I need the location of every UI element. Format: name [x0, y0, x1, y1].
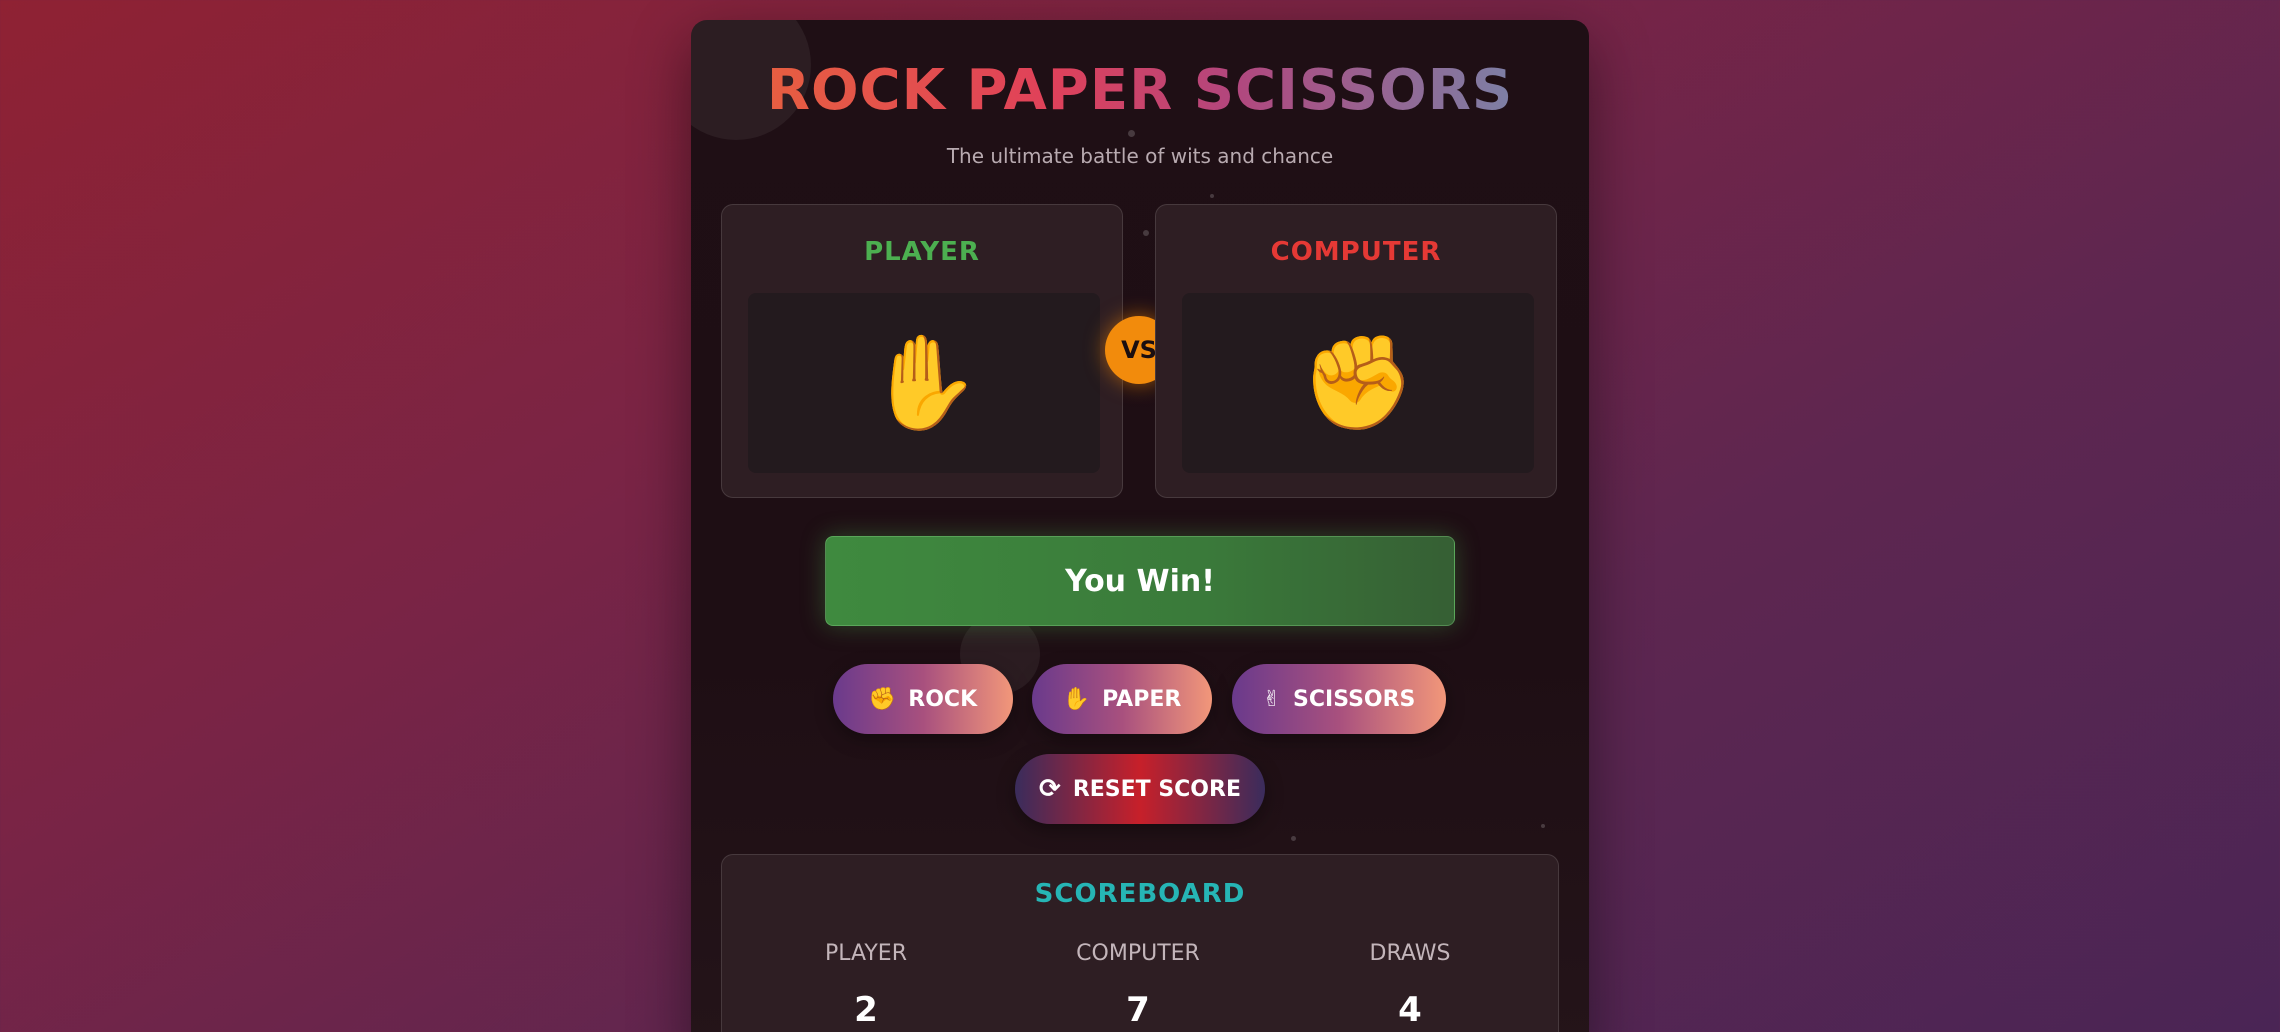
paper-button[interactable]: ✋ PAPER	[1032, 664, 1212, 734]
player-score-label: PLAYER	[825, 941, 907, 966]
computer-score-value: 7	[1126, 990, 1150, 1030]
decorative-dot	[1128, 130, 1135, 137]
player-panel: PLAYER ✋	[721, 204, 1123, 498]
refresh-icon: ⟳	[1039, 774, 1061, 804]
decorative-dot	[1143, 230, 1149, 236]
draws-score-column: DRAWS 4	[1310, 941, 1510, 1030]
computer-score-label: COMPUTER	[1076, 941, 1200, 966]
rock-hand-icon: ✊	[868, 686, 897, 712]
rock-button[interactable]: ✊ ROCK	[833, 664, 1013, 734]
reset-score-button[interactable]: ⟳ RESET SCORE	[1015, 754, 1265, 824]
player-label: PLAYER	[864, 237, 980, 267]
paper-button-label: PAPER	[1102, 686, 1182, 712]
computer-choice-display: ✊	[1182, 293, 1534, 473]
page-subtitle: The ultimate battle of wits and chance	[946, 144, 1334, 168]
scissors-button[interactable]: ✌ SCISSORS	[1232, 664, 1446, 734]
player-choice-display: ✋	[748, 293, 1100, 473]
computer-score-column: COMPUTER 7	[1038, 941, 1238, 1030]
page-title: ROCK PAPER SCISSORS	[691, 58, 1589, 123]
paper-hand-icon: ✋	[1062, 686, 1091, 712]
reset-score-label: RESET SCORE	[1072, 776, 1241, 802]
draws-score-label: DRAWS	[1369, 941, 1451, 966]
computer-panel: COMPUTER ✊	[1155, 204, 1557, 498]
scoreboard-title: SCOREBOARD	[1034, 879, 1246, 909]
decorative-dot	[1541, 824, 1545, 828]
player-score-column: PLAYER 2	[766, 941, 966, 1030]
decorative-dot	[1210, 194, 1214, 198]
rock-button-label: ROCK	[908, 686, 978, 712]
draws-score-value: 4	[1398, 990, 1422, 1030]
scissors-button-label: SCISSORS	[1293, 686, 1416, 712]
paper-hand-icon: ✋	[866, 329, 982, 436]
rock-fist-icon: ✊	[1300, 329, 1416, 436]
result-banner: You Win!	[825, 536, 1455, 626]
scoreboard: SCOREBOARD PLAYER 2 COMPUTER 7 DRAWS 4	[721, 854, 1559, 1032]
player-score-value: 2	[854, 990, 878, 1030]
game-card: ROCK PAPER SCISSORS The ultimate battle …	[691, 20, 1589, 1032]
computer-label: COMPUTER	[1270, 237, 1442, 267]
decorative-dot	[1291, 836, 1296, 841]
scissors-hand-icon: ✌	[1262, 686, 1282, 712]
